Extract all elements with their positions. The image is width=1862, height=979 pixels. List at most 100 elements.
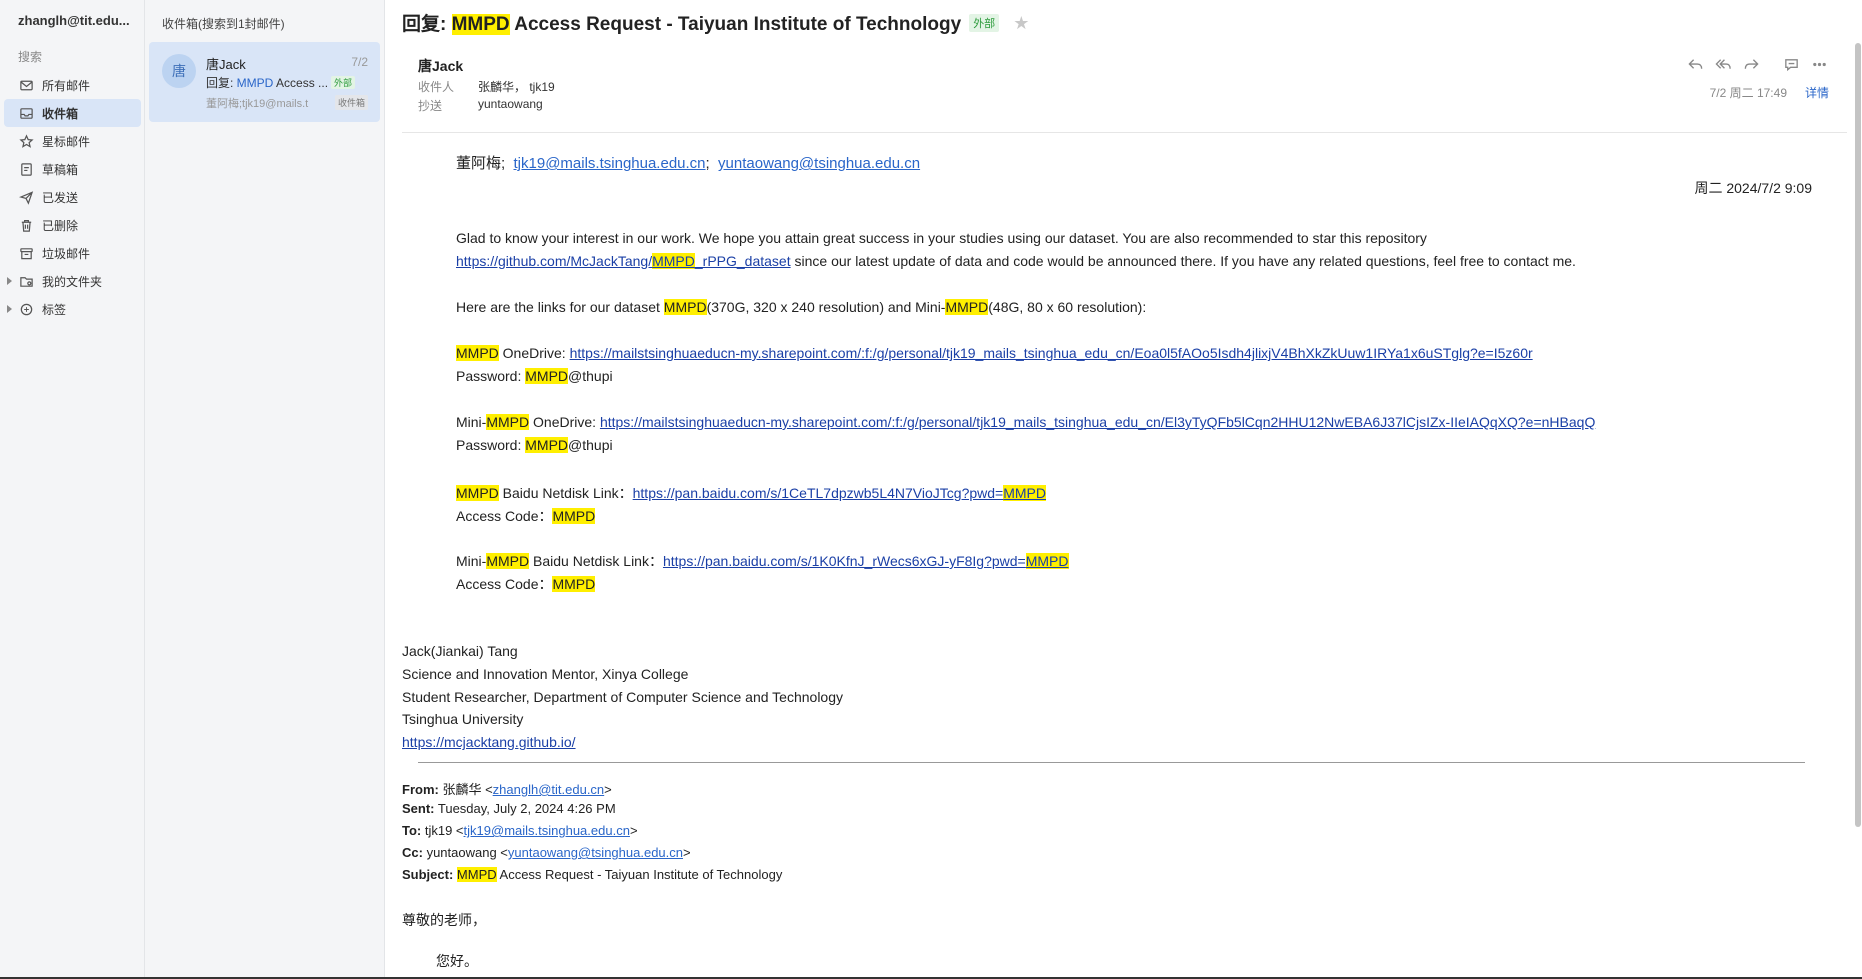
text: Mini-	[456, 414, 487, 430]
sidebar-item-inbox[interactable]: 收件箱	[4, 99, 141, 127]
scrollbar-thumb[interactable]	[1855, 43, 1861, 827]
sidebar-item-label: 标签	[42, 302, 67, 317]
salutation-email-link[interactable]: tjk19@mails.tsinghua.edu.cn	[514, 155, 706, 172]
signature-link[interactable]: https://mcjacktang.github.io/	[402, 734, 576, 750]
signature-line: Tsinghua University	[402, 711, 524, 727]
reply-icon[interactable]	[1686, 55, 1705, 74]
sidebar-item-all-mail[interactable]: 所有邮件	[0, 71, 145, 99]
folder-badge: 收件箱	[334, 95, 368, 110]
forward-icon[interactable]	[1742, 55, 1761, 74]
title-prefix: 回复:	[402, 14, 452, 35]
text: @thupi	[568, 437, 613, 453]
email-link[interactable]: zhanglh@tit.edu.cn	[493, 782, 605, 797]
mail-date: 7/2	[351, 55, 368, 69]
title-highlight: MMPD	[451, 14, 510, 35]
sidebar-item-label: 星标邮件	[42, 134, 91, 149]
sidebar-item-my-folders[interactable]: 我的文件夹	[0, 267, 145, 295]
list-item[interactable]: 唐 唐Jack 7/2 回复: MMPD Access ... 外部 董阿梅;tj…	[149, 42, 380, 122]
expand-caret-icon[interactable]	[7, 305, 12, 313]
sender-name: 唐Jack	[206, 57, 246, 72]
mail-datetime: 7/2 周二 17:49	[1709, 86, 1787, 100]
access-code-line: Access Code：MMPD	[456, 506, 596, 526]
text: @thupi	[568, 368, 613, 384]
highlight: MMPD	[456, 485, 499, 501]
quoted-hello: 您好。	[436, 953, 478, 969]
sidebar-item-tags[interactable]: 标签	[0, 295, 145, 323]
to-value[interactable]: 张麟华， tjk19	[478, 78, 555, 95]
from-name[interactable]: 唐Jack	[418, 56, 463, 76]
junk-icon	[18, 245, 34, 261]
highlight: MMPD	[486, 414, 530, 430]
external-badge: 外部	[331, 76, 356, 89]
signature-line: Student Researcher, Department of Comput…	[402, 689, 843, 705]
sidebar-item-deleted[interactable]: 已删除	[0, 211, 145, 239]
email-link[interactable]: tjk19@mails.tsinghua.edu.cn	[464, 823, 630, 838]
quoted-to: To: tjk19 <tjk19@mails.tsinghua.edu.cn>	[402, 823, 638, 838]
salutation-separator: ;	[705, 155, 710, 172]
mail-icon	[18, 77, 34, 93]
search-label[interactable]: 搜索	[18, 48, 42, 65]
title-rest: Access Request - Taiyuan Institute of Te…	[509, 14, 962, 35]
reply-all-icon[interactable]	[1714, 55, 1733, 74]
sidebar-item-drafts[interactable]: 草稿箱	[0, 155, 145, 183]
subject-rest: Access ...	[273, 76, 329, 90]
salutation-email-link[interactable]: yuntaowang@tsinghua.edu.cn	[718, 155, 920, 172]
password-line: Password: MMPD@thupi	[456, 368, 613, 384]
highlight: MMPD	[456, 345, 499, 361]
message-list: 收件箱(搜索到1封邮件) 唐 唐Jack 7/2 回复: MMPD Access…	[145, 0, 385, 979]
highlight: MMPD	[652, 253, 695, 269]
github-link[interactable]: https://github.com/McJackTang/MMPD_rPPG_…	[456, 253, 791, 269]
link-text: _rPPG_dataset	[694, 253, 791, 269]
highlight: MMPD	[945, 299, 989, 315]
quoted-subject: Subject: MMPD Access Request - Taiyuan I…	[402, 867, 782, 882]
highlight: MMPD	[552, 576, 596, 592]
text: (370G, 320 x 240 resolution) and Mini-	[706, 299, 946, 315]
access-code-line: Access Code：MMPD	[456, 574, 596, 594]
text: Access Code：	[456, 508, 553, 524]
highlight: MMPD	[552, 508, 596, 524]
signature-name: Jack(Jiankai) Tang	[402, 643, 518, 659]
onedrive-link[interactable]: https://mailstsinghuaeducn-my.sharepoint…	[570, 345, 1533, 361]
quote-divider	[418, 762, 1805, 763]
scrollbar[interactable]	[1854, 43, 1862, 827]
highlight: MMPD	[1003, 485, 1046, 501]
baidu-line: MMPD Baidu Netdisk Link：https://pan.baid…	[456, 483, 1046, 503]
more-icon[interactable]	[1810, 55, 1829, 74]
password-line: Password: MMPD@thupi	[456, 437, 613, 453]
baidu-link[interactable]: https://pan.baidu.com/s/1K0KfnJ_rWecs6xG…	[663, 553, 1069, 569]
baidu-link[interactable]: https://pan.baidu.com/s/1CeTL7dpzwb5L4N7…	[633, 485, 1046, 501]
text: Access Code：	[456, 576, 553, 592]
link-text: https://pan.baidu.com/s/1K0KfnJ_rWecs6xG…	[662, 553, 1026, 569]
email-link[interactable]: yuntaowang@tsinghua.edu.cn	[508, 845, 683, 860]
sidebar-item-sent[interactable]: 已发送	[0, 183, 145, 211]
text: Access Request - Taiyuan Institute of Te…	[496, 867, 783, 882]
folder-sidebar: zhanglh@tit.edu... 搜索 所有邮件 收件箱 星标邮件 草稿箱 …	[0, 0, 145, 979]
cc-value[interactable]: yuntaowang	[478, 97, 543, 111]
chat-icon[interactable]	[1782, 55, 1801, 74]
text: Tuesday, July 2, 2024 4:26 PM	[434, 801, 616, 816]
onedrive-line: MMPD OneDrive: https://mailstsinghuaeduc…	[456, 345, 1533, 361]
text: tjk19 <	[421, 823, 464, 838]
sidebar-item-starred[interactable]: 星标邮件	[0, 127, 145, 155]
label: Cc:	[402, 845, 423, 860]
mail-app: zhanglh@tit.edu... 搜索 所有邮件 收件箱 星标邮件 草稿箱 …	[0, 0, 1862, 979]
list-header: 收件箱(搜索到1封邮件)	[162, 17, 285, 31]
external-badge: 外部	[969, 14, 1000, 32]
text: 张麟华 <	[438, 782, 493, 797]
star-toggle-icon[interactable]: ★	[1013, 13, 1029, 34]
details-link[interactable]: 详情	[1805, 84, 1829, 101]
inbox-icon	[18, 105, 34, 121]
star-icon	[18, 133, 34, 149]
sidebar-item-junk[interactable]: 垃圾邮件	[0, 239, 145, 267]
text: Baidu Netdisk Link：	[529, 553, 663, 569]
quoted-from: From: 张麟华 <zhanglh@tit.edu.cn>	[402, 779, 612, 798]
highlight: MMPD	[663, 299, 707, 315]
paragraph-text: Glad to know your interest in our work. …	[456, 230, 1427, 246]
tag-icon	[18, 301, 34, 317]
send-icon	[18, 189, 34, 205]
account-name[interactable]: zhanglh@tit.edu...	[18, 13, 136, 28]
highlight: MMPD	[525, 437, 569, 453]
trash-icon	[18, 217, 34, 233]
expand-caret-icon[interactable]	[7, 277, 12, 285]
onedrive-link[interactable]: https://mailstsinghuaeducn-my.sharepoint…	[600, 414, 1595, 430]
